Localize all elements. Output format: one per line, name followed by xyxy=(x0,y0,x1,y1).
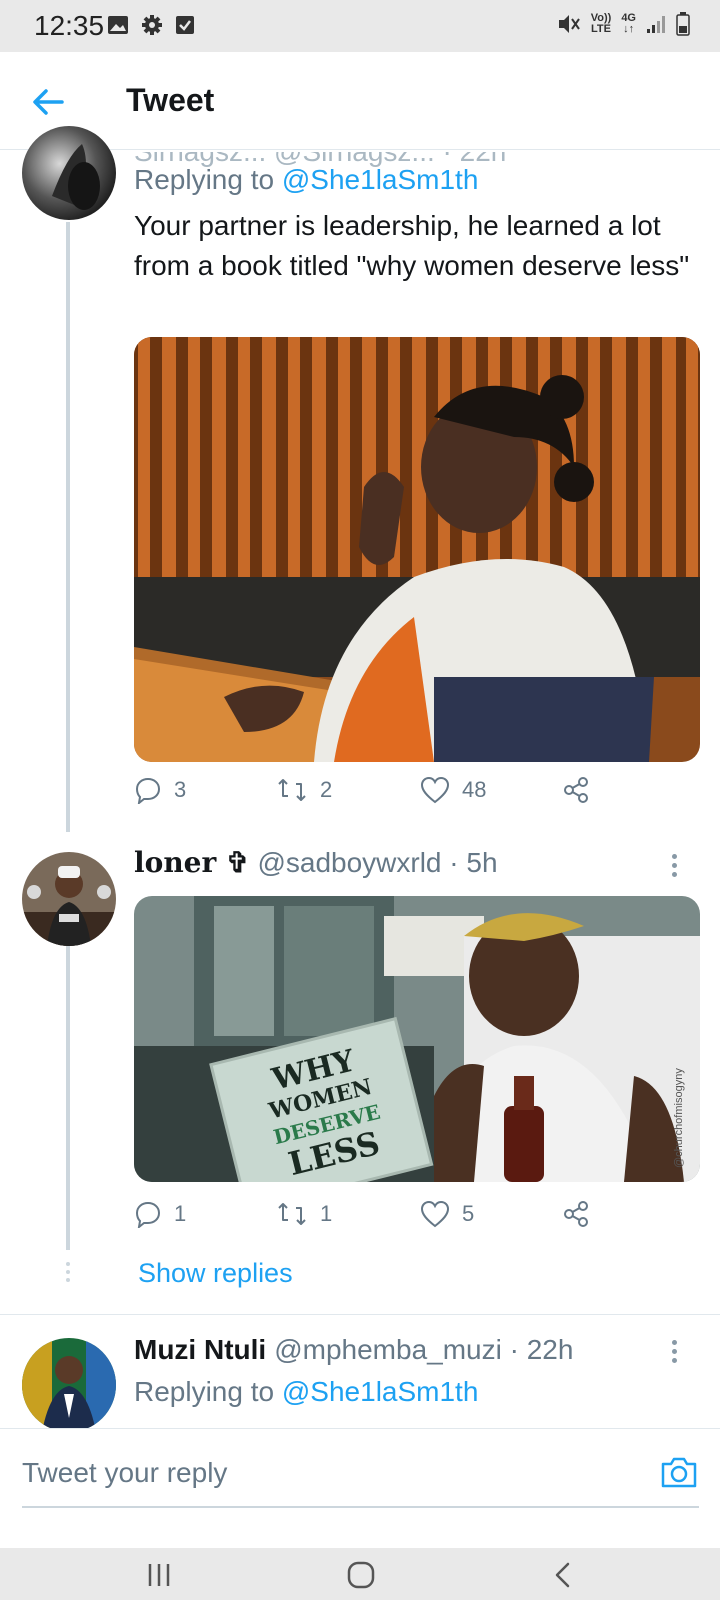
tweet-author-row: Muzi Ntuli @mphemba_muzi · 22h xyxy=(134,1334,573,1366)
image-icon xyxy=(108,16,128,34)
share-button[interactable] xyxy=(562,1200,590,1228)
reply-count: 3 xyxy=(174,777,187,802)
camera-icon[interactable] xyxy=(660,1455,698,1489)
tweet-author-row: loner ✞ @sadboywxrld · 5h xyxy=(134,846,498,879)
more-options-icon[interactable] xyxy=(672,854,678,881)
avatar[interactable] xyxy=(22,126,116,220)
thread-dots xyxy=(66,1262,70,1286)
heart-icon xyxy=(420,1200,450,1228)
retweet-count: 1 xyxy=(320,1201,333,1226)
share-icon xyxy=(564,1201,588,1227)
retweet-button[interactable]: 1 xyxy=(276,1200,332,1228)
recents-icon[interactable] xyxy=(144,1560,174,1590)
share-button[interactable] xyxy=(562,776,590,804)
avatar[interactable] xyxy=(22,852,116,946)
retweet-icon xyxy=(278,779,306,801)
display-name[interactable]: Muzi Ntuli xyxy=(134,1334,266,1366)
like-count: 48 xyxy=(462,777,487,802)
reply-input[interactable]: Tweet your reply xyxy=(22,1457,227,1489)
replying-to-line: Replying to @She1laSm1th xyxy=(134,164,479,195)
page-title: Tweet xyxy=(126,82,215,118)
back-icon[interactable] xyxy=(548,1560,578,1590)
home-icon[interactable] xyxy=(346,1560,376,1590)
retweet-count: 2 xyxy=(320,777,333,802)
tweet-actions: 3 2 48 xyxy=(134,776,694,816)
mute-icon xyxy=(558,15,580,33)
battery-icon xyxy=(676,12,690,36)
replying-to-link[interactable]: @She1laSm1th xyxy=(282,1376,479,1407)
like-button[interactable]: 48 xyxy=(420,776,486,804)
reply-button[interactable]: 1 xyxy=(134,1200,186,1228)
reply-button[interactable]: 3 xyxy=(134,776,186,804)
retweet-icon xyxy=(278,1203,306,1225)
handle-timestamp: @mphemba_muzi · 22h xyxy=(274,1334,574,1365)
status-bar: 12:35 Vo)) LTE 4G ↓↑ xyxy=(0,0,720,52)
display-name[interactable]: loner ✞ xyxy=(134,846,249,879)
replying-to-line: Replying to @She1laSm1th xyxy=(134,1376,479,1407)
checkbox-icon xyxy=(176,16,194,34)
retweet-button[interactable]: 2 xyxy=(276,776,332,804)
show-replies-link[interactable]: Show replies xyxy=(138,1258,293,1289)
reply-underline xyxy=(22,1506,699,1508)
image-watermark: @churchofmisogyny xyxy=(673,1068,685,1168)
reply-icon xyxy=(135,777,161,804)
more-options-icon[interactable] xyxy=(672,1340,678,1367)
avatar[interactable] xyxy=(22,1338,116,1432)
volte-indicator: Vo)) LTE xyxy=(590,12,612,35)
reply-composer: Tweet your reply xyxy=(0,1428,720,1548)
share-icon xyxy=(564,777,588,803)
like-button[interactable]: 5 xyxy=(420,1200,474,1228)
tweet-text: Your partner is leadership, he learned a… xyxy=(134,210,690,281)
reply-count: 1 xyxy=(174,1201,187,1226)
gear-icon xyxy=(142,15,162,35)
reply-icon xyxy=(135,1201,161,1228)
app-header: Tweet xyxy=(0,52,720,150)
replying-to-link[interactable]: @She1laSm1th xyxy=(282,164,479,195)
heart-icon xyxy=(420,776,450,804)
network-indicator: 4G ↓↑ xyxy=(621,12,636,35)
divider xyxy=(0,1314,720,1315)
thread-line xyxy=(66,934,70,1250)
signal-icon xyxy=(647,16,665,33)
arrow-left-icon[interactable] xyxy=(28,82,68,122)
tweet-media-image[interactable]: WHY WOMEN DESERVE LESS @churchofmisogyny xyxy=(134,896,700,1182)
thread-line xyxy=(66,222,70,832)
status-time: 12:35 xyxy=(34,10,105,41)
handle-timestamp: @sadboywxrld · 5h xyxy=(257,847,498,878)
like-count: 5 xyxy=(462,1201,475,1226)
tweet-media-image[interactable] xyxy=(134,337,700,762)
tweet-actions: 1 1 5 xyxy=(134,1200,694,1240)
system-nav-bar xyxy=(0,1548,720,1600)
